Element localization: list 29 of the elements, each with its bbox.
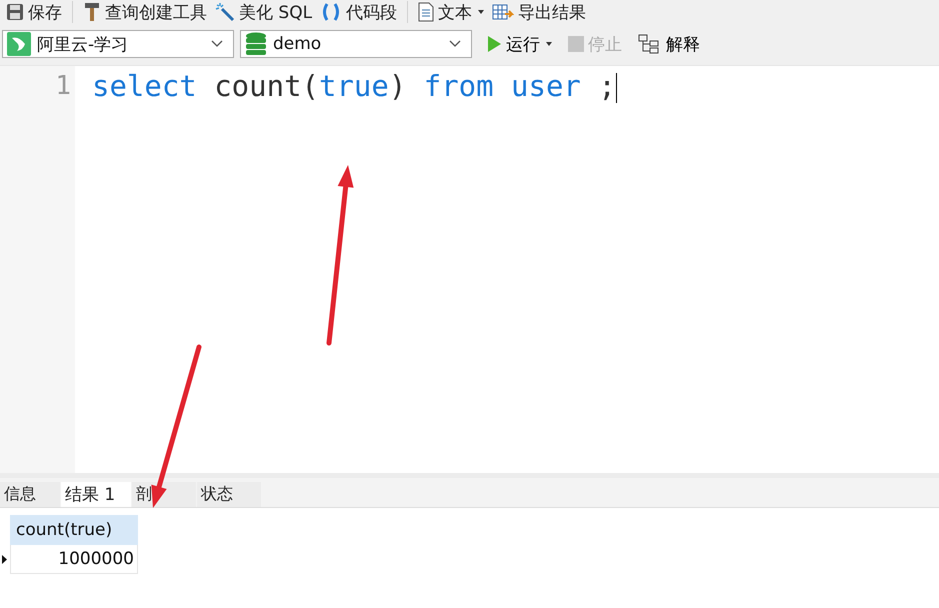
table-export-icon [492,2,514,22]
stop-icon [568,36,584,52]
row-pointer-icon [2,555,7,564]
hammer-icon [83,2,101,22]
table-cell: 1000000 [10,544,138,574]
document-icon [418,2,434,22]
result-tab[interactable]: 结果 1 [61,482,131,507]
magic-wand-icon [215,2,235,22]
toolbar-button[interactable]: 文本 [416,0,486,24]
toolbar-button[interactable]: 代码段 [318,0,400,24]
toolbar-button[interactable]: 导出结果 [490,0,588,24]
code-editor[interactable]: 1 select count(true) from user ; [0,65,939,473]
toolbar-button[interactable]: 美化 SQL [213,0,314,24]
chevron-down-icon [449,40,461,48]
line-number: 1 [54,70,71,103]
toolbar-button[interactable]: 查询创建工具 [81,0,209,24]
database-icon [245,32,267,56]
toolbar-button[interactable]: 解释 [636,32,702,56]
result-tab[interactable]: 状态 [197,482,261,507]
dropdown-field[interactable]: demo [240,30,472,58]
column-header[interactable]: count(true) [10,516,138,544]
toolbar-button[interactable]: 运行 [484,32,554,56]
result-tab[interactable]: 信息 [0,482,60,507]
code-line: select count(true) from user ; [92,68,617,104]
play-icon [486,35,502,53]
chevron-down-icon [211,40,223,48]
dropdown-field[interactable]: 阿里云-学习 [2,30,234,58]
connection-icon [7,32,31,56]
toolbar-button[interactable]: 保存 [4,0,64,24]
